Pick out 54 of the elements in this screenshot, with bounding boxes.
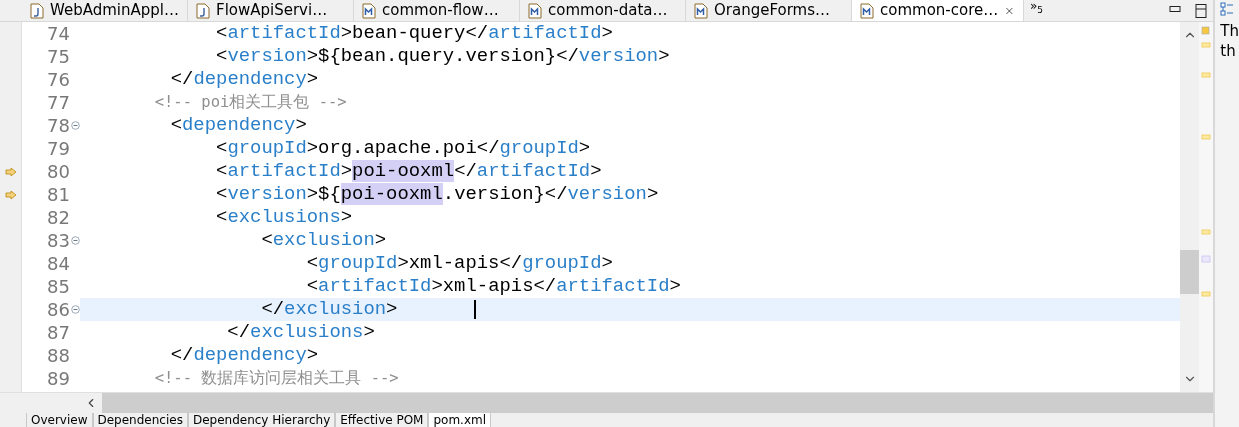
collapse-icon[interactable] — [70, 121, 80, 130]
line-number: 85 — [46, 275, 70, 299]
maven-file-icon — [362, 2, 376, 19]
panel-text: th — [1220, 41, 1237, 61]
line-number: 89 — [46, 367, 70, 391]
maven-file-icon — [694, 2, 708, 19]
code-line: <version>${bean.query.version}</version> — [215, 45, 670, 68]
line-number: 84 — [46, 252, 70, 276]
line-number: 74 — [46, 22, 70, 46]
code-line: <!-- poi相关工具包 --> — [153, 92, 347, 113]
line-number: 86 — [46, 298, 70, 322]
line-number: 79 — [46, 137, 70, 161]
editor-page-tab[interactable]: Overview — [26, 413, 93, 427]
horizontal-scrollbar[interactable] — [80, 393, 1214, 413]
line-number: 78 — [46, 114, 70, 138]
line-number: 76 — [46, 68, 70, 92]
code-line: <version>${poi-ooxml.version}</version> — [215, 183, 659, 206]
maven-file-icon — [528, 2, 542, 19]
line-number: 81 — [46, 183, 70, 207]
editor-tab[interactable]: common-core… — [852, 0, 1024, 21]
collapse-icon[interactable] — [70, 305, 80, 314]
code-line: <groupId>org.apache.poi</groupId> — [215, 137, 591, 160]
panel-text: Th — [1220, 21, 1239, 41]
scrollbar-thumb[interactable] — [1180, 250, 1200, 294]
editor-page-tab[interactable]: Dependency Hierarchy — [187, 413, 336, 427]
outline-icon[interactable] — [1220, 2, 1235, 16]
editor-page-tab[interactable]: Effective POM — [335, 413, 429, 427]
code-line: <dependency> — [169, 114, 307, 137]
code-line: </exclusions> — [226, 321, 375, 344]
maximize-icon[interactable] — [1195, 3, 1208, 18]
line-number: 87 — [46, 321, 70, 345]
code-line: <groupId>xml-apis</groupId> — [305, 252, 613, 275]
code-line: <!-- 数据库访问层相关工具 --> — [153, 368, 399, 389]
code-line: </dependency> — [169, 344, 319, 367]
code-line: <artifactId>poi-ooxml</artifactId> — [215, 160, 602, 183]
code-line: <artifactId>bean-query</artifactId> — [215, 22, 613, 45]
code-line: </exclusion> — [260, 298, 398, 321]
line-number: 88 — [46, 344, 70, 368]
editor-page-tab[interactable]: pom.xml — [428, 413, 492, 427]
code-line: <artifactId>xml-apis</artifactId> — [305, 275, 681, 298]
editor-page-tab[interactable]: Dependencies — [92, 413, 188, 427]
java-file-icon — [196, 2, 210, 19]
line-number: 83 — [46, 229, 70, 253]
collapse-icon[interactable] — [70, 236, 80, 245]
maven-file-icon — [860, 2, 874, 19]
line-number: 75 — [46, 45, 70, 69]
code-line: <exclusion> — [260, 229, 387, 252]
line-number: 82 — [46, 206, 70, 230]
code-line: <exclusions> — [215, 206, 353, 229]
line-number: 77 — [46, 91, 70, 115]
code-line: </dependency> — [169, 68, 319, 91]
java-file-icon — [30, 2, 44, 19]
line-number: 80 — [46, 160, 70, 184]
text-cursor — [474, 300, 477, 319]
